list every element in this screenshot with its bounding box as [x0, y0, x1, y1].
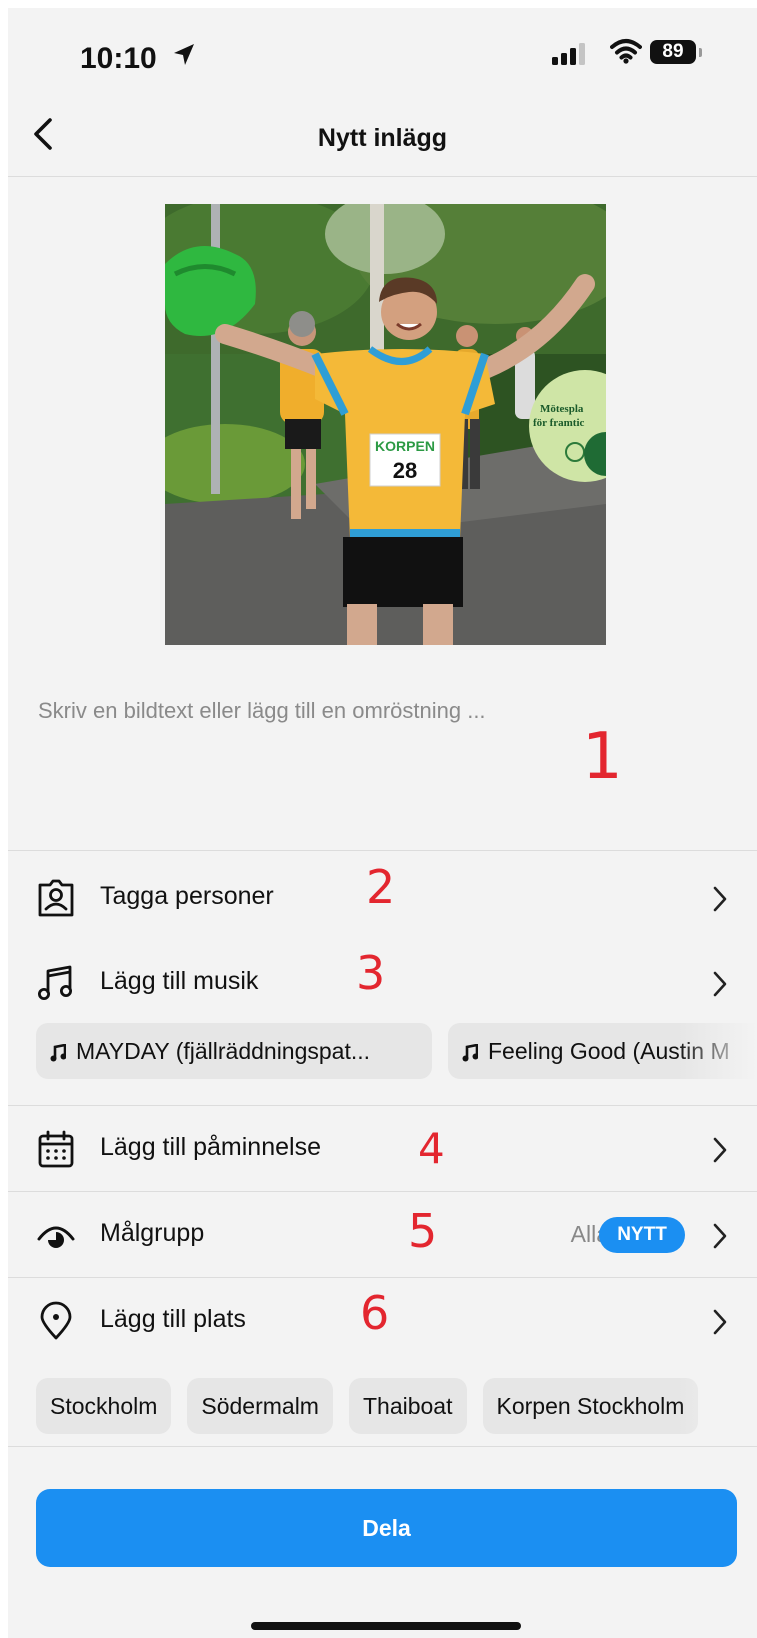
add-reminder-label: Lägg till påminnelse: [100, 1133, 321, 1161]
location-arrow-icon: [174, 44, 194, 65]
nav-bar: Nytt inlägg: [8, 98, 757, 177]
screen: 10:10 89 Nytt inlägg KORPEN 28 Mötespla …: [8, 8, 757, 1638]
divider: [8, 850, 757, 851]
divider: [8, 1191, 757, 1192]
music-suggestions: MAYDAY (fjällräddningspat... Feeling Goo…: [36, 1023, 757, 1079]
audience-label: Målgrupp: [100, 1219, 205, 1247]
battery-level: 89: [662, 41, 684, 62]
annotation-4: 4: [418, 1124, 445, 1173]
music-chip-label: MAYDAY (fjällräddningspat...: [76, 1038, 371, 1064]
tag-people-label: Tagga personer: [100, 882, 274, 910]
chevron-right-icon: [713, 971, 727, 997]
add-location-label: Lägg till plats: [100, 1305, 246, 1333]
sign-text-1: Mötespla: [540, 403, 584, 415]
chevron-right-icon: [713, 886, 727, 912]
annotation-1: 1: [582, 720, 623, 794]
status-bar: 10:10 89: [8, 8, 757, 98]
annotation-2: 2: [366, 860, 396, 914]
new-badge: NYTT: [599, 1217, 685, 1253]
annotation-6: 6: [360, 1286, 390, 1340]
music-chip-label: Feeling Good (Austin M: [488, 1038, 730, 1064]
bib-number: 28: [393, 458, 417, 483]
location-pin-icon: [40, 1301, 72, 1340]
signal-icon: [552, 43, 585, 65]
location-chip[interactable]: Thaiboat: [348, 1378, 467, 1434]
music-note-icon: [50, 1043, 66, 1062]
share-button[interactable]: Dela: [36, 1489, 737, 1567]
battery-cap: [699, 48, 702, 57]
chevron-right-icon: [713, 1137, 727, 1163]
calendar-icon: [38, 1130, 74, 1168]
home-indicator: [251, 1622, 521, 1630]
runner-photo-image: KORPEN 28 Mötespla för framtic: [165, 204, 606, 645]
status-time: 10:10: [80, 42, 157, 75]
location-suggestions: Stockholm Södermalm Thaiboat Korpen Stockho…: [36, 1378, 757, 1434]
music-note-icon: [462, 1043, 478, 1062]
annotation-5: 5: [408, 1204, 438, 1258]
location-chip[interactable]: Korpen Stockholm: [482, 1378, 699, 1434]
divider: [8, 1277, 757, 1278]
caption-input[interactable]: Skriv en bildtext eller lägg till en omr…: [38, 698, 486, 724]
sign-text-2: för framtic: [533, 417, 585, 429]
page-title: Nytt inlägg: [317, 124, 448, 152]
eye-icon: [37, 1226, 75, 1248]
chevron-right-icon: [713, 1309, 727, 1335]
bib-label: KORPEN: [375, 438, 435, 454]
annotation-3: 3: [356, 946, 386, 1000]
wifi-icon: [610, 39, 642, 64]
location-chip[interactable]: Stockholm: [36, 1378, 172, 1434]
chevron-right-icon: [713, 1223, 727, 1249]
post-photo[interactable]: KORPEN 28 Mötespla för framtic: [165, 204, 606, 645]
divider: [8, 1446, 757, 1447]
add-music-label: Lägg till musik: [100, 967, 259, 995]
add-reminder-row[interactable]: Lägg till påminnelse: [8, 1109, 757, 1189]
music-chip[interactable]: MAYDAY (fjällräddningspat...: [36, 1023, 432, 1079]
divider: [8, 1105, 757, 1106]
location-chip[interactable]: Södermalm: [187, 1378, 333, 1434]
music-chip[interactable]: Feeling Good (Austin M: [448, 1023, 757, 1079]
music-icon: [38, 965, 72, 1000]
audience-row[interactable]: Målgrupp Alla NYTT: [8, 1195, 757, 1275]
battery-indicator: 89: [650, 40, 696, 64]
tag-person-icon: [38, 879, 74, 917]
